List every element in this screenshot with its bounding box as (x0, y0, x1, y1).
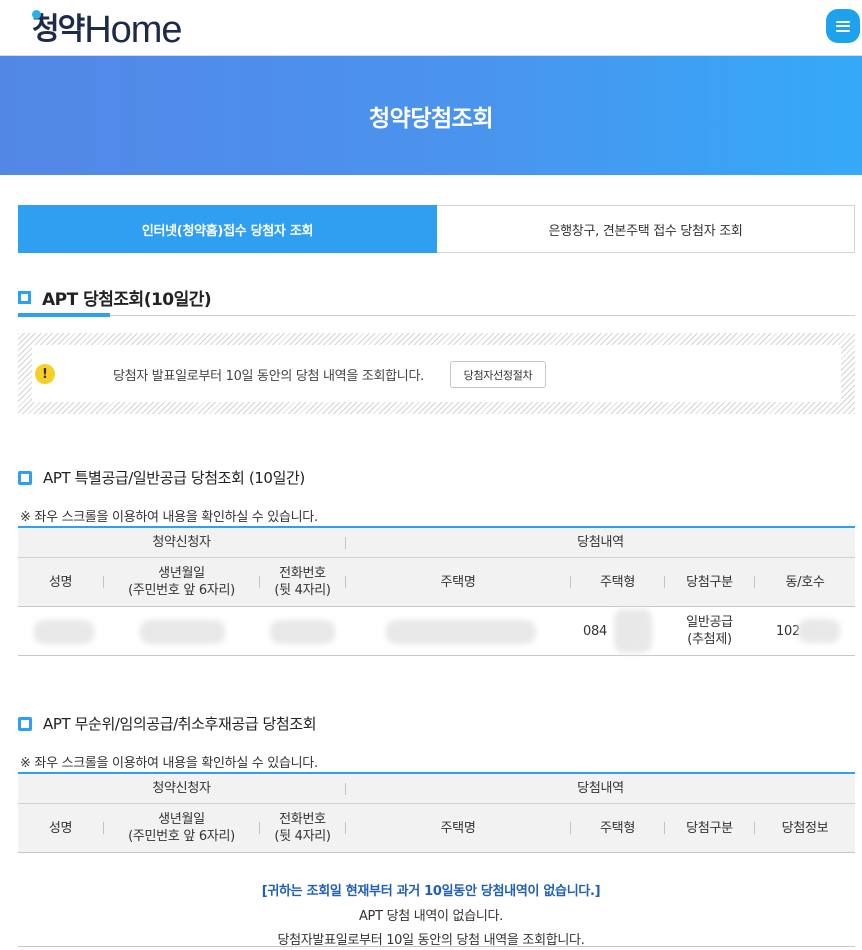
menu-button[interactable] (826, 9, 860, 43)
redacted-house-name (386, 620, 536, 644)
site-logo[interactable]: 청약 Home (32, 6, 183, 51)
col-dong-ho: 동/호수 (785, 574, 825, 590)
col-birth: 생년월일 (주민번호 앞 6자리) (128, 566, 235, 598)
table2-scroll-note: ※ 좌우 스크롤을 이용하여 내용을 확인하실 수 있습니다. (20, 756, 318, 771)
logo-han: 청약 (32, 10, 85, 50)
table-row: 084 일반공급 (추첨제) 102 (18, 607, 855, 656)
square-bullet-icon (18, 291, 31, 304)
col-birth: 생년월일 (주민번호 앞 6자리) (128, 812, 235, 844)
table1-header-row: 성명 생년월일 (주민번호 앞 6자리) 전화번호 (뒷 4자리) 주택명 주택형 … (18, 558, 855, 607)
col-name: 성명 (48, 574, 73, 590)
col-phone: 전화번호 (뒷 4자리) (274, 566, 331, 598)
section-title: APT 당첨조회(10일간) (18, 285, 212, 310)
col-house-name: 주택명 (440, 820, 476, 836)
redacted-name (34, 620, 94, 644)
tab-bank-winner[interactable]: 은행창구, 견본주택 접수 당첨자 조회 (437, 205, 855, 253)
section-divider-accent (18, 313, 110, 317)
table1[interactable]: 청약신청자 당첨내역 성명 생년월일 (주민번호 앞 6자리) 전화번호 (뒷 4자… (18, 526, 855, 656)
page-title: 청약당첨조회 (369, 105, 493, 132)
result-tabs: 인터넷(청약홈)접수 당첨자 조회 은행창구, 견본주택 접수 당첨자 조회 (18, 205, 855, 253)
group-applicant: 청약신청자 (152, 781, 211, 796)
empty-result-notice: [귀하는 조회일 현재부터 과거 10일동안 당첨내역이 없습니다.] (261, 884, 601, 899)
table2-header-row: 성명 생년월일 (주민번호 앞 6자리) 전화번호 (뒷 4자리) 주택명 주택형 … (18, 804, 855, 853)
cell-win-type: 일반공급 (추첨제) (686, 615, 733, 647)
square-bullet-icon (18, 470, 32, 485)
table2-title: APT 무순위/임의공급/취소후재공급 당첨조회 (18, 713, 317, 734)
table1-group-row: 청약신청자 당첨내역 (18, 528, 855, 558)
redacted-house-type (614, 609, 652, 653)
group-winning: 당첨내역 (577, 535, 624, 550)
table2-title-text: APT 무순위/임의공급/취소후재공급 당첨조회 (43, 715, 317, 733)
section-title-text: APT 당첨조회(10일간) (42, 290, 212, 310)
col-name: 성명 (48, 820, 73, 836)
col-house-type: 주택형 (600, 820, 635, 836)
group-winning: 당첨내역 (577, 781, 624, 796)
redacted-phone (270, 620, 335, 644)
col-win-info: 당첨정보 (781, 820, 829, 836)
col-phone: 전화번호 (뒷 4자리) (274, 812, 331, 844)
col-win-type: 당첨구분 (686, 574, 733, 590)
page-banner: 청약당첨조회 (0, 56, 862, 175)
table2-group-row: 청약신청자 당첨내역 (18, 774, 855, 804)
table1-title: APT 특별공급/일반공급 당첨조회 (10일간) (18, 467, 305, 488)
group-applicant: 청약신청자 (152, 535, 211, 550)
hamburger-menu-icon (836, 20, 850, 32)
col-win-type: 당첨구분 (686, 820, 733, 836)
empty-result-message: APT 당첨 내역이 없습니다. (358, 909, 504, 924)
tab-internet-winner[interactable]: 인터넷(청약홈)접수 당첨자 조회 (18, 205, 437, 253)
redacted-ho (798, 619, 840, 643)
redacted-birth (140, 620, 225, 644)
table2-bottom-border (18, 946, 855, 947)
exclamation-icon: ! (35, 364, 55, 384)
table2[interactable]: 청약신청자 당첨내역 성명 생년월일 (주민번호 앞 6자리) 전화번호 (뒷 4자… (18, 772, 855, 853)
col-house-type: 주택형 (600, 574, 635, 590)
cell-house-type: 084 (583, 623, 607, 639)
col-house-name: 주택명 (440, 574, 476, 590)
selection-procedure-button[interactable]: 당첨자선정절차 (450, 361, 546, 388)
table1-scroll-note: ※ 좌우 스크롤을 이용하여 내용을 확인하실 수 있습니다. (20, 510, 318, 525)
section-divider (18, 315, 855, 316)
table1-title-text: APT 특별공급/일반공급 당첨조회 (10일간) (43, 469, 305, 487)
site-header: 청약 Home (0, 0, 862, 56)
logo-dot-icon (32, 10, 41, 19)
logo-home-text: Home (84, 9, 182, 51)
notice-text: 당첨자 발표일로부터 10일 동안의 당첨 내역을 조회합니다. (113, 369, 424, 384)
square-bullet-icon (18, 716, 32, 731)
